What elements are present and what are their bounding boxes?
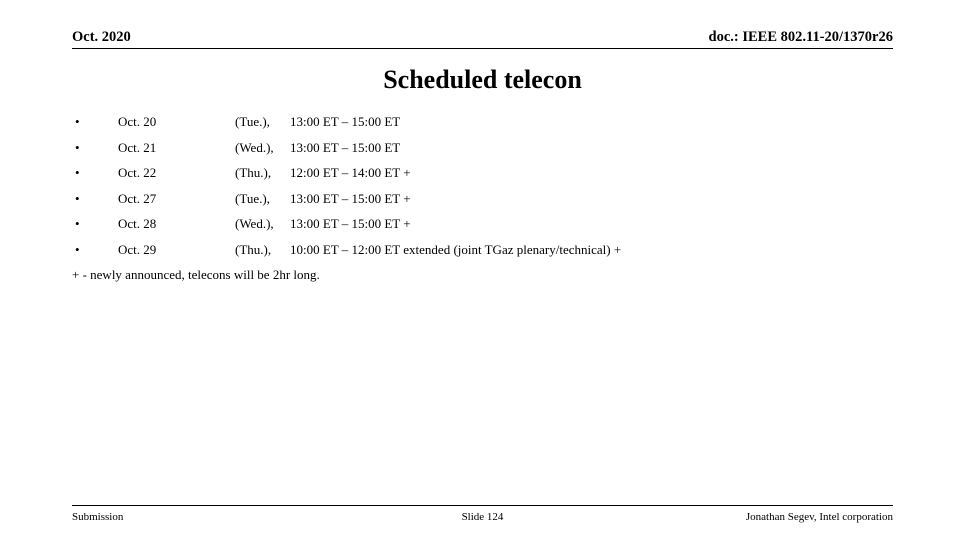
slide-footer: Submission Slide 124 Jonathan Segev, Int… [72, 509, 893, 527]
bullet-icon: • [75, 165, 80, 180]
telecon-date: Oct. 28 [118, 216, 157, 231]
telecon-date: Oct. 29 [118, 241, 157, 257]
telecon-time-range: 10:00 ET – 12:00 ET extended (joint TGaz… [290, 241, 622, 257]
bullet-icon: • [75, 190, 80, 206]
telecon-date: Oct. 21 [118, 139, 157, 155]
telecon-weekday: (Wed.), [235, 139, 274, 155]
list-item: • Oct. 27 (Tue.), 13:00 ET – 15:00 ET + [72, 189, 912, 215]
slide-header: Oct. 2020 doc.: IEEE 802.11-20/1370r26 [72, 28, 893, 50]
header-divider [72, 48, 893, 49]
telecon-weekday: (Tue.), [235, 114, 270, 129]
list-item: • Oct. 29 (Thu.), 10:00 ET – 12:00 ET exten… [72, 240, 912, 266]
telecon-date: Oct. 22 [118, 165, 157, 180]
telecon-weekday: (Thu.), [235, 241, 272, 257]
telecon-date: Oct. 27 [118, 190, 157, 206]
footer-divider [72, 505, 893, 506]
bullet-icon: • [75, 114, 80, 129]
slide-canvas: Oct. 2020 doc.: IEEE 802.11-20/1370r26 S… [0, 0, 960, 540]
header-date: Oct. 2020 [72, 29, 131, 45]
telecon-time-range: 13:00 ET – 15:00 ET + [290, 216, 411, 231]
footer-author: Jonathan Segev, Intel corporation [745, 511, 893, 523]
telecon-time-range: 13:00 ET – 15:00 ET [290, 139, 401, 155]
telecon-time-range: 13:00 ET – 15:00 ET [290, 114, 401, 129]
list-item: • Oct. 21 (Wed.), 13:00 ET – 15:00 ET [72, 138, 912, 164]
header-document-id: doc.: IEEE 802.11-20/1370r26 [708, 29, 893, 45]
bullet-icon: • [75, 139, 80, 155]
page-title: Scheduled telecon [383, 65, 582, 94]
telecon-weekday: (Wed.), [235, 216, 274, 231]
telecon-weekday: (Tue.), [235, 190, 270, 206]
telecon-time-range: 13:00 ET – 15:00 ET + [290, 190, 411, 206]
telecon-time-range: 12:00 ET – 14:00 ET + [290, 165, 411, 180]
telecon-weekday: (Thu.), [235, 165, 272, 180]
telecon-date: Oct. 20 [118, 114, 157, 129]
list-item: • Oct. 22 (Thu.), 12:00 ET – 14:00 ET + [72, 163, 912, 189]
list-item: • Oct. 20 (Tue.), 13:00 ET – 15:00 ET [72, 112, 912, 138]
bullet-icon: • [75, 216, 80, 231]
telecon-schedule-list: • Oct. 20 (Tue.), 13:00 ET – 15:00 ET • Oct. … [72, 112, 912, 265]
bullet-icon: • [75, 241, 80, 257]
list-item: • Oct. 28 (Wed.), 13:00 ET – 15:00 ET + [72, 214, 912, 240]
schedule-footnote: + - newly announced, telecons will be 2h… [72, 267, 320, 282]
